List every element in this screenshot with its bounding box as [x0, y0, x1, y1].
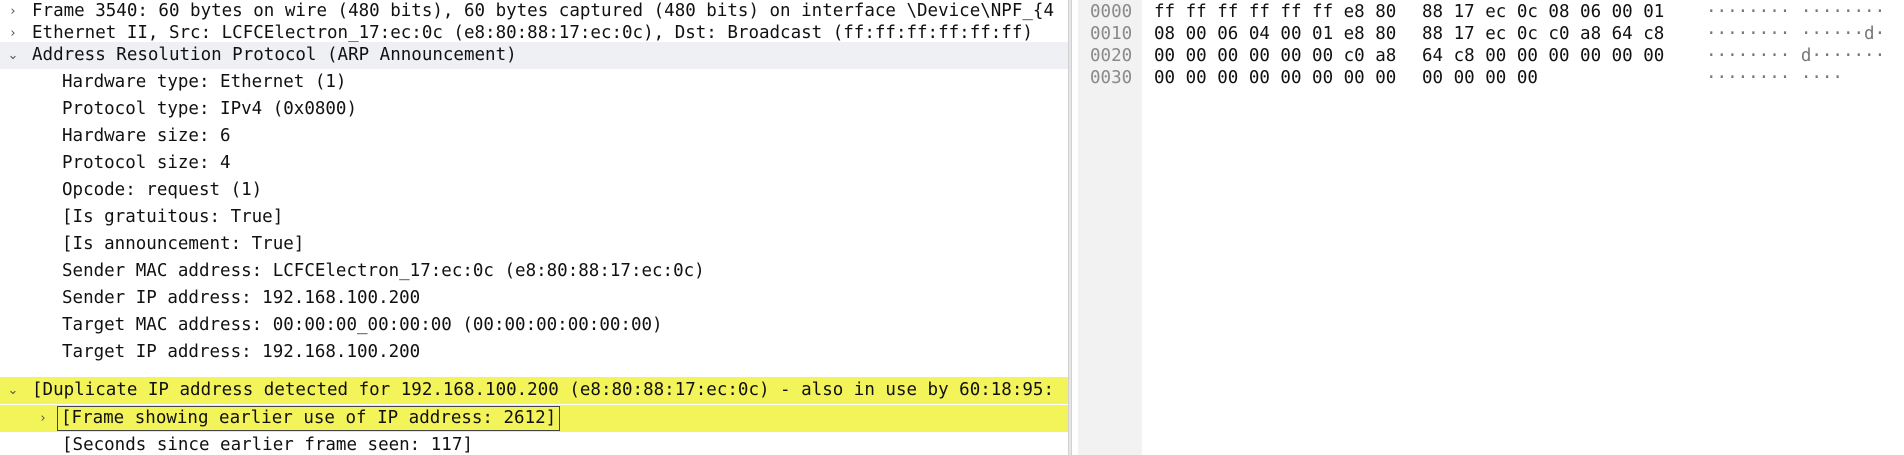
tree-row-protocol-type[interactable]: Protocol type: IPv4 (0x0800)	[0, 96, 1068, 123]
bytes-row: 0010 08 00 06 04 00 01 e8 80 88 17 ec 0c…	[1078, 23, 1904, 45]
byte-offset: 0000	[1090, 2, 1133, 22]
tree-row-sender-mac[interactable]: Sender MAC address: LCFCElectron_17:ec:0…	[0, 258, 1068, 285]
frame-link[interactable]: [Frame showing earlier use of IP address…	[57, 406, 561, 431]
tree-row-earlier-frame-link[interactable]: › [Frame showing earlier use of IP addre…	[0, 405, 1068, 432]
pane-splitter[interactable]	[1068, 0, 1072, 455]
tree-row-is-announcement[interactable]: [Is announcement: True]	[0, 231, 1068, 258]
tree-row-label: Hardware type: Ethernet (1)	[62, 72, 347, 92]
packet-details-pane[interactable]: › Frame 3540: 60 bytes on wire (480 bits…	[0, 0, 1068, 455]
collapse-arrow-icon[interactable]: ⌄	[6, 42, 20, 69]
bytes-row: 0020 00 00 00 00 00 00 c0 a8 64 c8 00 00…	[1078, 45, 1904, 67]
hex-bytes[interactable]: 88 17 ec 0c 08 06 00 01	[1422, 1, 1664, 23]
tree-row-duplicate-ip-warning[interactable]: ⌄ [Duplicate IP address detected for 192…	[0, 377, 1068, 404]
tree-row-label: Protocol type: IPv4 (0x0800)	[62, 99, 358, 119]
collapse-arrow-icon[interactable]: ⌄	[6, 377, 20, 404]
hex-bytes[interactable]: ff ff ff ff ff ff e8 80	[1154, 1, 1396, 23]
tree-row-label: [Is gratuitous: True]	[62, 207, 284, 227]
ascii-bytes[interactable]: ········ ········	[1706, 1, 1885, 23]
tree-row-label: Opcode: request (1)	[62, 180, 263, 200]
hex-bytes[interactable]: 00 00 00 00 00 00 00 00	[1154, 67, 1396, 89]
tree-row-label: Address Resolution Protocol (ARP Announc…	[32, 45, 517, 65]
tree-row-label: [Is announcement: True]	[62, 234, 305, 254]
tree-row-label: Sender IP address: 192.168.100.200	[62, 288, 421, 308]
tree-row-hardware-type[interactable]: Hardware type: Ethernet (1)	[0, 69, 1068, 96]
hex-bytes[interactable]: 00 00 00 00 00 00 c0 a8	[1154, 45, 1396, 67]
tree-row-opcode[interactable]: Opcode: request (1)	[0, 177, 1068, 204]
hex-bytes[interactable]: 88 17 ec 0c c0 a8 64 c8	[1422, 23, 1664, 45]
hex-bytes[interactable]: 00 00 00 00	[1422, 67, 1538, 89]
tree-row-target-mac[interactable]: Target MAC address: 00:00:00_00:00:00 (0…	[0, 312, 1068, 339]
tree-row-seconds-since[interactable]: [Seconds since earlier frame seen: 117]	[0, 432, 1068, 455]
packet-viewer: › Frame 3540: 60 bytes on wire (480 bits…	[0, 0, 1904, 455]
byte-offset: 0010	[1090, 24, 1133, 44]
tree-row-label: [Duplicate IP address detected for 192.1…	[32, 380, 1054, 400]
hex-bytes[interactable]: 08 00 06 04 00 01 e8 80	[1154, 23, 1396, 45]
byte-offset: 0030	[1090, 68, 1133, 88]
ascii-bytes[interactable]: ········ d·······	[1706, 45, 1885, 67]
tree-row-label: Hardware size: 6	[62, 126, 231, 146]
tree-row-label: Protocol size: 4	[62, 153, 231, 173]
byte-offset: 0020	[1090, 46, 1133, 66]
tree-row-target-ip[interactable]: Target IP address: 192.168.100.200	[0, 339, 1068, 366]
packet-bytes-pane[interactable]: 0000 ff ff ff ff ff ff e8 80 88 17 ec 0c…	[1078, 0, 1904, 455]
tree-row-label: Sender MAC address: LCFCElectron_17:ec:0…	[62, 261, 705, 281]
bytes-row: 0000 ff ff ff ff ff ff e8 80 88 17 ec 0c…	[1078, 1, 1904, 23]
tree-row-is-gratuitous[interactable]: [Is gratuitous: True]	[0, 204, 1068, 231]
tree-row-protocol-size[interactable]: Protocol size: 4	[0, 150, 1068, 177]
ascii-bytes[interactable]: ········ ······d·	[1706, 23, 1885, 45]
hex-bytes[interactable]: 64 c8 00 00 00 00 00 00	[1422, 45, 1664, 67]
tree-row-hardware-size[interactable]: Hardware size: 6	[0, 123, 1068, 150]
expand-arrow-icon[interactable]: ›	[36, 405, 50, 432]
tree-row-label: Target IP address: 192.168.100.200	[62, 342, 421, 362]
tree-row-label: Target MAC address: 00:00:00_00:00:00 (0…	[62, 315, 663, 335]
bytes-row: 0030 00 00 00 00 00 00 00 00 00 00 00 00…	[1078, 67, 1904, 89]
tree-row-arp[interactable]: ⌄ Address Resolution Protocol (ARP Annou…	[0, 42, 1068, 69]
tree-row-sender-ip[interactable]: Sender IP address: 192.168.100.200	[0, 285, 1068, 312]
ascii-bytes[interactable]: ········ ····	[1706, 67, 1843, 89]
tree-row-label: [Seconds since earlier frame seen: 117]	[62, 435, 473, 455]
